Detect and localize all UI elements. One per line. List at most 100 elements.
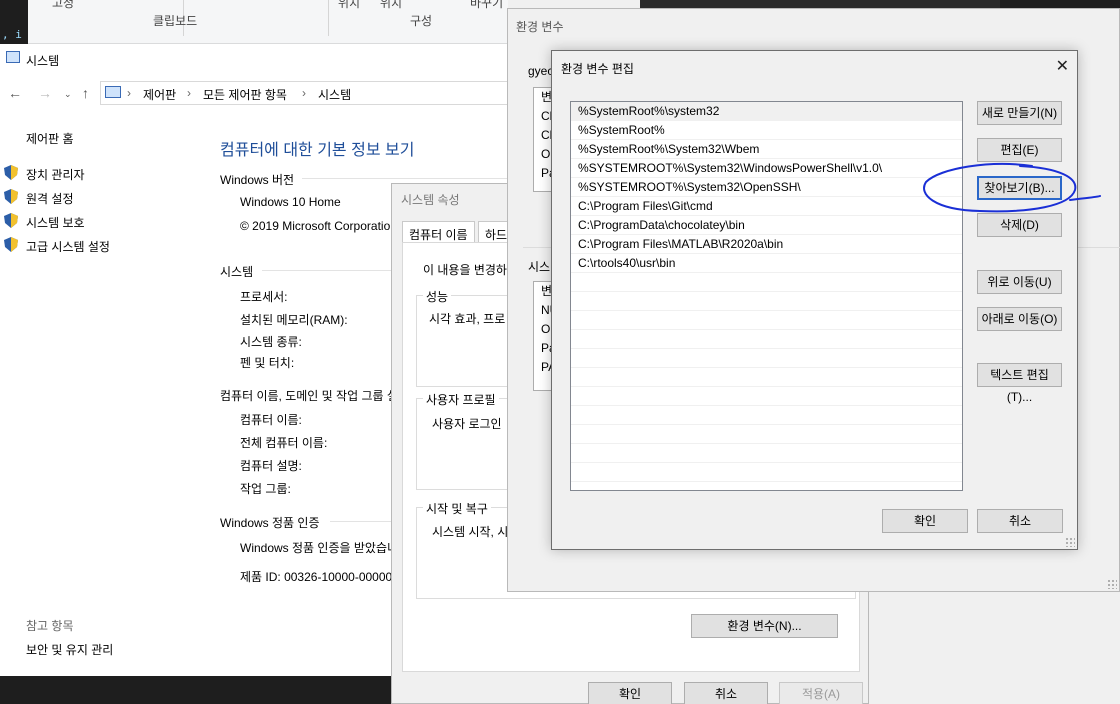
monitor-icon xyxy=(6,51,20,63)
terminal-fragment: , i xyxy=(0,0,28,44)
cancel-button[interactable]: 취소 xyxy=(684,682,768,704)
section-title-computer-name: 컴퓨터 이름, 도메인 및 작업 그룹 설정 xyxy=(220,389,409,403)
breadcrumb-separator: › xyxy=(187,86,191,100)
user-variables-label: gyec xyxy=(528,64,554,78)
move-down-button[interactable]: 아래로 이동(O) xyxy=(977,307,1062,331)
ribbon-group-clipboard: 클립보드 xyxy=(153,14,198,28)
window-titlebar: 시스템 xyxy=(0,44,508,74)
breadcrumb-item[interactable]: 시스템 xyxy=(318,86,351,103)
empty-row xyxy=(571,368,962,387)
path-list-item[interactable]: %SYSTEMROOT%\System32\WindowsPowerShell\… xyxy=(571,159,962,178)
background-window-strip xyxy=(1000,0,1120,8)
resize-grip[interactable] xyxy=(1107,579,1117,589)
delete-button[interactable]: 삭제(D) xyxy=(977,213,1062,237)
path-list[interactable]: %SystemRoot%\system32 %SystemRoot% %Syst… xyxy=(570,101,963,491)
ribbon-group-compose: 구성 xyxy=(410,14,433,28)
empty-row xyxy=(571,387,962,406)
cancel-button[interactable]: 취소 xyxy=(977,509,1063,533)
empty-row xyxy=(571,406,962,425)
new-button[interactable]: 새로 만들기(N) xyxy=(977,101,1062,125)
see-also-title: 참고 항목 xyxy=(26,619,74,633)
address-box[interactable]: › 제어판 › 모든 제어판 항목 › 시스템 xyxy=(100,81,508,105)
empty-row xyxy=(571,463,962,482)
dialog-title: 환경 변수 xyxy=(516,20,564,34)
path-list-item[interactable]: C:\rtools40\usr\bin xyxy=(571,254,962,273)
pen-touch-label: 펜 및 터치: xyxy=(240,356,295,370)
group-title: 사용자 프로필 xyxy=(423,391,499,408)
empty-row xyxy=(571,273,962,292)
system-type-label: 시스템 종류: xyxy=(240,335,302,349)
ribbon-move-fragment[interactable]: 위치 xyxy=(338,0,360,11)
up-arrow-icon[interactable]: ↑ xyxy=(82,85,89,101)
computer-name-label: 컴퓨터 이름: xyxy=(240,413,302,427)
edit-button[interactable]: 편집(E) xyxy=(977,138,1062,162)
dialog-title: 시스템 속성 xyxy=(401,193,460,207)
terminal-text: , i xyxy=(2,28,22,41)
path-list-item[interactable]: C:\Program Files\Git\cmd xyxy=(571,197,962,216)
group-description: 시각 효과, 프로 xyxy=(429,312,506,326)
empty-row xyxy=(571,330,962,349)
empty-row xyxy=(571,444,962,463)
tab-computer-name[interactable]: 컴퓨터 이름 xyxy=(402,221,475,243)
processor-label: 프로세서: xyxy=(240,290,288,304)
ribbon-divider xyxy=(328,0,329,36)
section-title-windows-edition: Windows 버전 xyxy=(220,173,295,187)
computer-description-label: 컴퓨터 설명: xyxy=(240,459,302,473)
uac-shield-icon xyxy=(4,213,18,228)
sidebar-item-advanced-settings[interactable]: 고급 시스템 설정 xyxy=(26,238,110,255)
section-title-activation: Windows 정품 인증 xyxy=(220,516,320,530)
breadcrumb-separator: › xyxy=(127,86,131,100)
breadcrumb-item[interactable]: 모든 제어판 항목 xyxy=(203,86,287,103)
edit-text-button[interactable]: 텍스트 편집(T)... xyxy=(977,363,1062,404)
section-title-system: 시스템 xyxy=(220,265,254,279)
breadcrumb-item[interactable]: 제어판 xyxy=(143,86,176,103)
breadcrumb-separator: › xyxy=(302,86,306,100)
resize-grip[interactable] xyxy=(1065,537,1075,547)
empty-row xyxy=(571,425,962,444)
workgroup-label: 작업 그룹: xyxy=(240,482,291,496)
chevron-down-icon[interactable]: ⌄ xyxy=(64,89,72,100)
close-icon[interactable]: ✕ xyxy=(1056,56,1069,76)
path-list-item[interactable]: %SystemRoot%\system32 xyxy=(571,102,962,121)
sidebar-item-remote-settings[interactable]: 원격 설정 xyxy=(26,190,74,207)
product-id: 제품 ID: 00326-10000-00000-AA xyxy=(240,570,413,584)
path-list-item[interactable]: %SYSTEMROOT%\System32\OpenSSH\ xyxy=(571,178,962,197)
ok-button[interactable]: 확인 xyxy=(882,509,968,533)
uac-shield-icon xyxy=(4,237,18,252)
ribbon-rename-fragment[interactable]: 바꾸기 xyxy=(470,0,503,11)
empty-row xyxy=(571,292,962,311)
control-panel-icon xyxy=(105,86,121,98)
ribbon-pin-fragment[interactable]: 고정 xyxy=(52,0,74,11)
apply-button[interactable]: 적용(A) xyxy=(779,682,863,704)
ok-button[interactable]: 확인 xyxy=(588,682,672,704)
dialog-title: 환경 변수 편집 xyxy=(561,62,634,76)
sidebar-item-security-maintenance[interactable]: 보안 및 유지 관리 xyxy=(26,641,113,658)
uac-shield-icon xyxy=(4,189,18,204)
sidebar-item-system-protection[interactable]: 시스템 보호 xyxy=(26,214,85,231)
edit-environment-variable-dialog: 환경 변수 편집 ✕ %SystemRoot%\system32 %System… xyxy=(551,50,1078,550)
path-list-item[interactable]: %SystemRoot%\System32\Wbem xyxy=(571,140,962,159)
window-title: 시스템 xyxy=(26,54,60,68)
section-divider xyxy=(302,178,508,179)
system-variables-label: 시스 xyxy=(528,260,551,274)
group-description: 시스템 시작, 시 xyxy=(432,525,509,539)
path-list-item[interactable]: C:\Program Files\MATLAB\R2020a\bin xyxy=(571,235,962,254)
sidebar-home-link[interactable]: 제어판 홈 xyxy=(26,130,74,147)
group-description: 사용자 로그인 xyxy=(432,417,502,431)
browse-button[interactable]: 찾아보기(B)... xyxy=(977,176,1062,200)
empty-row xyxy=(571,311,962,330)
sidebar-item-device-manager[interactable]: 장치 관리자 xyxy=(26,166,85,183)
forward-arrow-icon[interactable]: → xyxy=(38,85,52,101)
ribbon-copy-fragment[interactable]: 위치 xyxy=(380,0,402,11)
ram-label: 설치된 메모리(RAM): xyxy=(240,313,348,327)
page-title: 컴퓨터에 대한 기본 정보 보기 xyxy=(220,142,415,159)
path-list-item[interactable]: %SystemRoot% xyxy=(571,121,962,140)
move-up-button[interactable]: 위로 이동(U) xyxy=(977,270,1062,294)
path-list-item[interactable]: C:\ProgramData\chocolatey\bin xyxy=(571,216,962,235)
full-computer-name-label: 전체 컴퓨터 이름: xyxy=(240,436,328,450)
environment-variables-button[interactable]: 환경 변수(N)... xyxy=(691,614,838,638)
taskbar-fragment xyxy=(0,676,395,704)
background-window-strip xyxy=(640,0,1000,8)
back-arrow-icon[interactable]: ← xyxy=(8,85,22,101)
empty-row xyxy=(571,349,962,368)
